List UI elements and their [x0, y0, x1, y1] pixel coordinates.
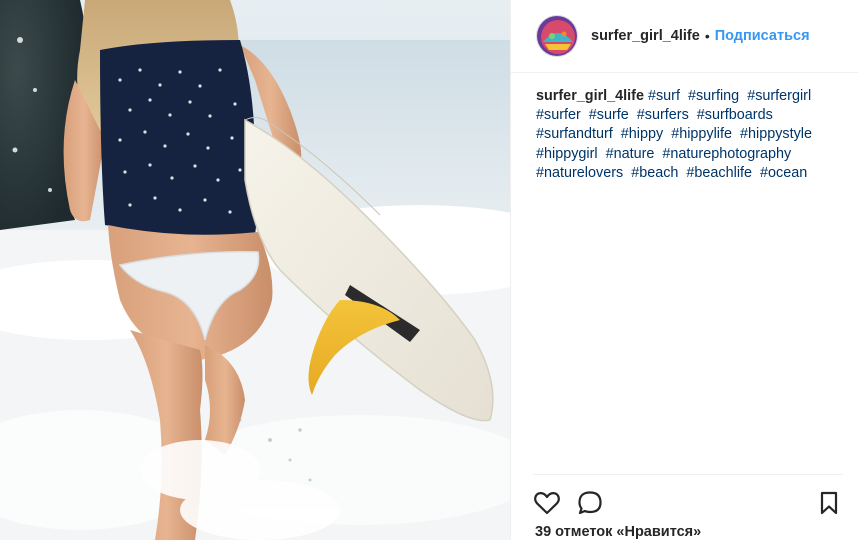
header-separator: •	[704, 28, 710, 44]
author-username[interactable]: surfer_girl_4life	[591, 28, 700, 44]
hashtag-link[interactable]: #naturephotography	[662, 146, 791, 162]
likes-count[interactable]: 39 отметок «Нравится»	[535, 524, 701, 540]
hashtag-link[interactable]: #surfe	[589, 107, 629, 123]
hashtag-link[interactable]: #surfergirl	[747, 88, 811, 104]
post-photo[interactable]	[0, 0, 510, 540]
hashtag-link[interactable]: #hippy	[621, 126, 663, 142]
action-bar	[533, 474, 843, 531]
hashtag-link[interactable]: #beach	[631, 165, 678, 181]
hashtag-link[interactable]: #nature	[606, 146, 655, 162]
hashtag-link[interactable]: #hippygirl	[536, 146, 598, 162]
post-caption: surfer_girl_4life #surf #surfing #surferg…	[511, 73, 858, 183]
hashtag-link[interactable]: #surfandturf	[536, 126, 613, 142]
bookmark-icon[interactable]	[815, 489, 843, 517]
hashtag-link[interactable]: #hippylife	[671, 126, 732, 142]
photo-surfer-girl-with-surfboard	[0, 0, 510, 540]
hashtag-link[interactable]: #ocean	[760, 165, 807, 181]
post-header: surfer_girl_4life • Подписаться	[511, 0, 858, 73]
caption-username[interactable]: surfer_girl_4life	[536, 88, 644, 104]
hashtag-link[interactable]: #surf	[648, 88, 680, 104]
hashtag-link[interactable]: #surfboards	[697, 107, 773, 123]
hashtag-link[interactable]: #beachlife	[686, 165, 752, 181]
hashtag-link[interactable]: #hippystyle	[740, 126, 812, 142]
avatar-image	[537, 16, 577, 56]
instagram-post: surfer_girl_4life • Подписаться surfer_g…	[0, 0, 858, 540]
hashtag-link[interactable]: #naturelovers	[536, 165, 623, 181]
author-avatar[interactable]	[536, 15, 578, 57]
heart-outline-icon[interactable]	[533, 489, 561, 517]
hashtag-link[interactable]: #surfers	[637, 107, 689, 123]
hashtag-link[interactable]: #surfing	[688, 88, 739, 104]
hashtag-link[interactable]: #surfer	[536, 107, 581, 123]
post-sidebar: surfer_girl_4life • Подписаться surfer_g…	[510, 0, 858, 540]
speech-bubble-icon[interactable]	[576, 489, 604, 517]
follow-button[interactable]: Подписаться	[715, 28, 810, 44]
